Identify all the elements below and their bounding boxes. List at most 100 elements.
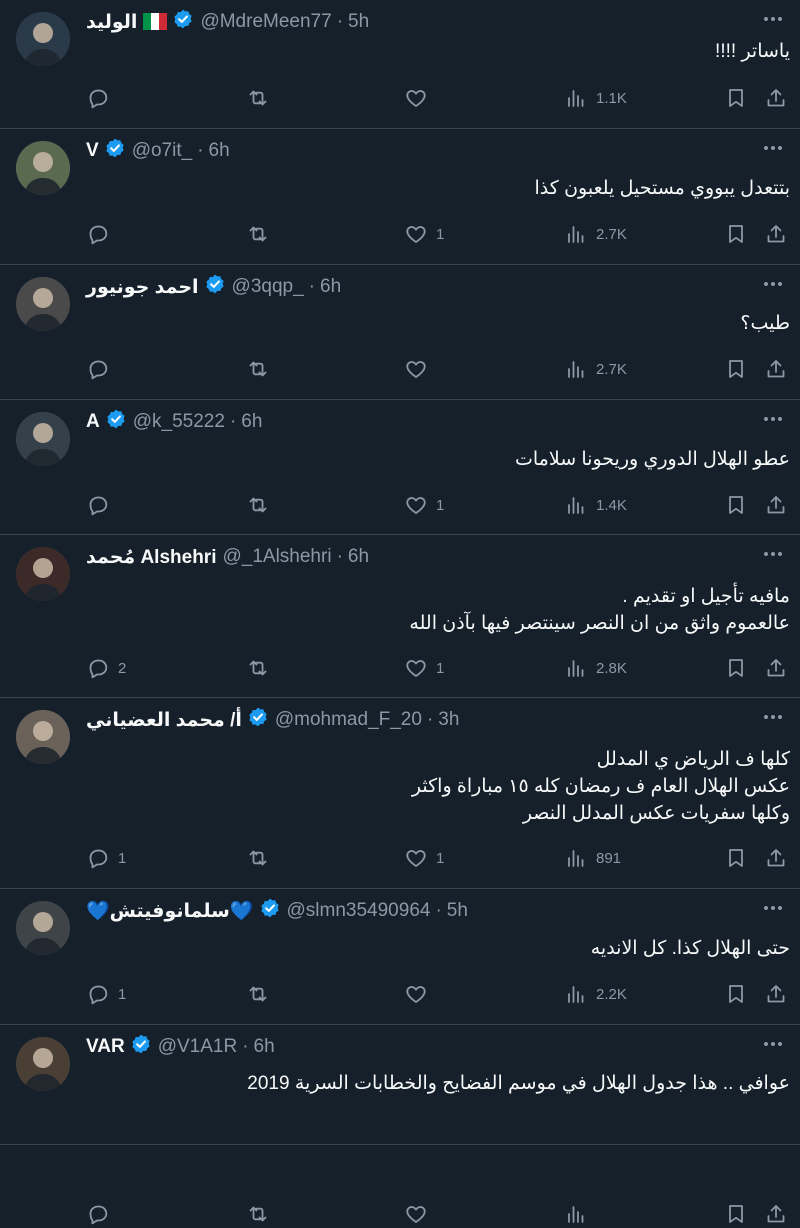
tweet-4[interactable]: A @k_55222 · 6h عطو الهلال الدوري وريحون…: [0, 400, 800, 535]
display-name[interactable]: A: [86, 411, 100, 433]
timestamp[interactable]: 6h: [241, 411, 262, 433]
more-options-icon[interactable]: [760, 10, 786, 28]
tweet-7[interactable]: 💙سلمانوفيتش💙 @slmn35490964 · 5h حتى الهل…: [0, 889, 800, 1025]
avatar[interactable]: [16, 141, 70, 195]
bookmark-button[interactable]: [724, 846, 748, 870]
retweet-button[interactable]: [246, 846, 278, 870]
user-handle[interactable]: @_1Alshehri: [222, 546, 331, 568]
user-handle[interactable]: @V1A1R: [158, 1036, 238, 1058]
avatar[interactable]: [16, 12, 70, 66]
retweet-button[interactable]: [246, 982, 278, 1006]
avatar[interactable]: [16, 710, 70, 764]
more-options-icon[interactable]: [760, 545, 786, 563]
bookmark-button[interactable]: [724, 86, 748, 110]
like-button[interactable]: [404, 357, 436, 381]
share-button[interactable]: [764, 1202, 788, 1226]
display-name[interactable]: أ/ محمد العضياني: [86, 709, 242, 732]
bookmark-button[interactable]: [724, 1202, 748, 1226]
reply-button[interactable]: 1: [86, 846, 126, 870]
more-options-icon[interactable]: [760, 1035, 786, 1053]
like-button[interactable]: 1: [404, 222, 444, 246]
verified-badge-icon[interactable]: [104, 137, 126, 159]
like-button[interactable]: [404, 982, 436, 1006]
verified-badge-icon[interactable]: [105, 408, 127, 430]
share-button[interactable]: [764, 493, 788, 517]
views-button[interactable]: 1.4K: [564, 493, 627, 517]
views-button[interactable]: 2.8K: [564, 656, 627, 680]
avatar[interactable]: [16, 412, 70, 466]
share-button[interactable]: [764, 982, 788, 1006]
verified-badge-icon[interactable]: [259, 897, 281, 919]
more-options-icon[interactable]: [760, 899, 786, 917]
more-options-icon[interactable]: [760, 275, 786, 293]
retweet-button[interactable]: [246, 656, 278, 680]
avatar[interactable]: [16, 277, 70, 331]
retweet-button[interactable]: [246, 357, 278, 381]
reply-button[interactable]: [86, 357, 118, 381]
verified-badge-icon[interactable]: [247, 706, 269, 728]
share-button[interactable]: [764, 656, 788, 680]
display-name[interactable]: 💙سلمانوفيتش💙: [86, 899, 254, 923]
timestamp[interactable]: 5h: [447, 900, 468, 922]
timestamp[interactable]: 3h: [438, 709, 459, 731]
display-name[interactable]: V: [86, 140, 99, 162]
avatar[interactable]: [16, 547, 70, 601]
tweet-2[interactable]: V @o7it_ · 6h بتتعدل يبووي مستحيل يلعبون…: [0, 129, 800, 265]
reply-button[interactable]: [86, 222, 118, 246]
share-button[interactable]: [764, 357, 788, 381]
views-button[interactable]: 2.7K: [564, 222, 627, 246]
verified-badge-icon[interactable]: [204, 273, 226, 295]
share-button[interactable]: [764, 222, 788, 246]
avatar[interactable]: [16, 901, 70, 955]
bookmark-button[interactable]: [724, 656, 748, 680]
like-button[interactable]: [404, 86, 436, 110]
views-button[interactable]: [564, 1202, 596, 1226]
display-name[interactable]: VAR: [86, 1036, 125, 1058]
views-button[interactable]: 1.1K: [564, 86, 627, 110]
more-options-icon[interactable]: [760, 139, 786, 157]
display-name[interactable]: احمد جونيور: [86, 276, 199, 299]
reply-button[interactable]: [86, 493, 118, 517]
verified-badge-icon[interactable]: [130, 1033, 152, 1055]
retweet-button[interactable]: [246, 86, 278, 110]
reply-button[interactable]: [86, 86, 118, 110]
like-button[interactable]: 1: [404, 493, 444, 517]
retweet-button[interactable]: [246, 1202, 278, 1226]
tweet-1[interactable]: الوليد @MdreMeen77 · 5h ياساتر !!!! 1.1K: [0, 0, 800, 129]
display-name[interactable]: الوليد: [86, 11, 137, 34]
like-button[interactable]: 1: [404, 846, 444, 870]
bookmark-button[interactable]: [724, 493, 748, 517]
tweet-5[interactable]: مُحمد Alshehri @_1Alshehri · 6h مافيه تأ…: [0, 535, 800, 698]
reply-button[interactable]: 1: [86, 982, 126, 1006]
bookmark-button[interactable]: [724, 982, 748, 1006]
tweet-8[interactable]: VAR @V1A1R · 6h عوافي .. هذا جدول الهلال…: [0, 1025, 800, 1225]
tweet-3[interactable]: احمد جونيور @3qqp_ · 6h طيب؟ 2.7K: [0, 265, 800, 400]
more-options-icon[interactable]: [760, 410, 786, 428]
user-handle[interactable]: @k_55222: [133, 411, 225, 433]
views-button[interactable]: 2.7K: [564, 357, 627, 381]
retweet-button[interactable]: [246, 493, 278, 517]
like-button[interactable]: 1: [404, 656, 444, 680]
like-button[interactable]: [404, 1202, 436, 1226]
retweet-button[interactable]: [246, 222, 278, 246]
timestamp[interactable]: 6h: [348, 546, 369, 568]
user-handle[interactable]: @3qqp_: [232, 276, 304, 298]
avatar[interactable]: [16, 1037, 70, 1091]
reply-button[interactable]: [86, 1202, 118, 1226]
share-button[interactable]: [764, 86, 788, 110]
reply-button[interactable]: 2: [86, 656, 126, 680]
share-button[interactable]: [764, 846, 788, 870]
views-button[interactable]: 891: [564, 846, 621, 870]
views-button[interactable]: 2.2K: [564, 982, 627, 1006]
timestamp[interactable]: 6h: [209, 140, 230, 162]
user-handle[interactable]: @MdreMeen77: [200, 11, 331, 33]
bookmark-button[interactable]: [724, 357, 748, 381]
timestamp[interactable]: 5h: [348, 11, 369, 33]
user-handle[interactable]: @mohmad_F_20: [275, 709, 422, 731]
verified-badge-icon[interactable]: [172, 8, 194, 30]
user-handle[interactable]: @o7it_: [132, 140, 193, 162]
bookmark-button[interactable]: [724, 222, 748, 246]
more-options-icon[interactable]: [760, 708, 786, 726]
timestamp[interactable]: 6h: [320, 276, 341, 298]
timestamp[interactable]: 6h: [254, 1036, 275, 1058]
